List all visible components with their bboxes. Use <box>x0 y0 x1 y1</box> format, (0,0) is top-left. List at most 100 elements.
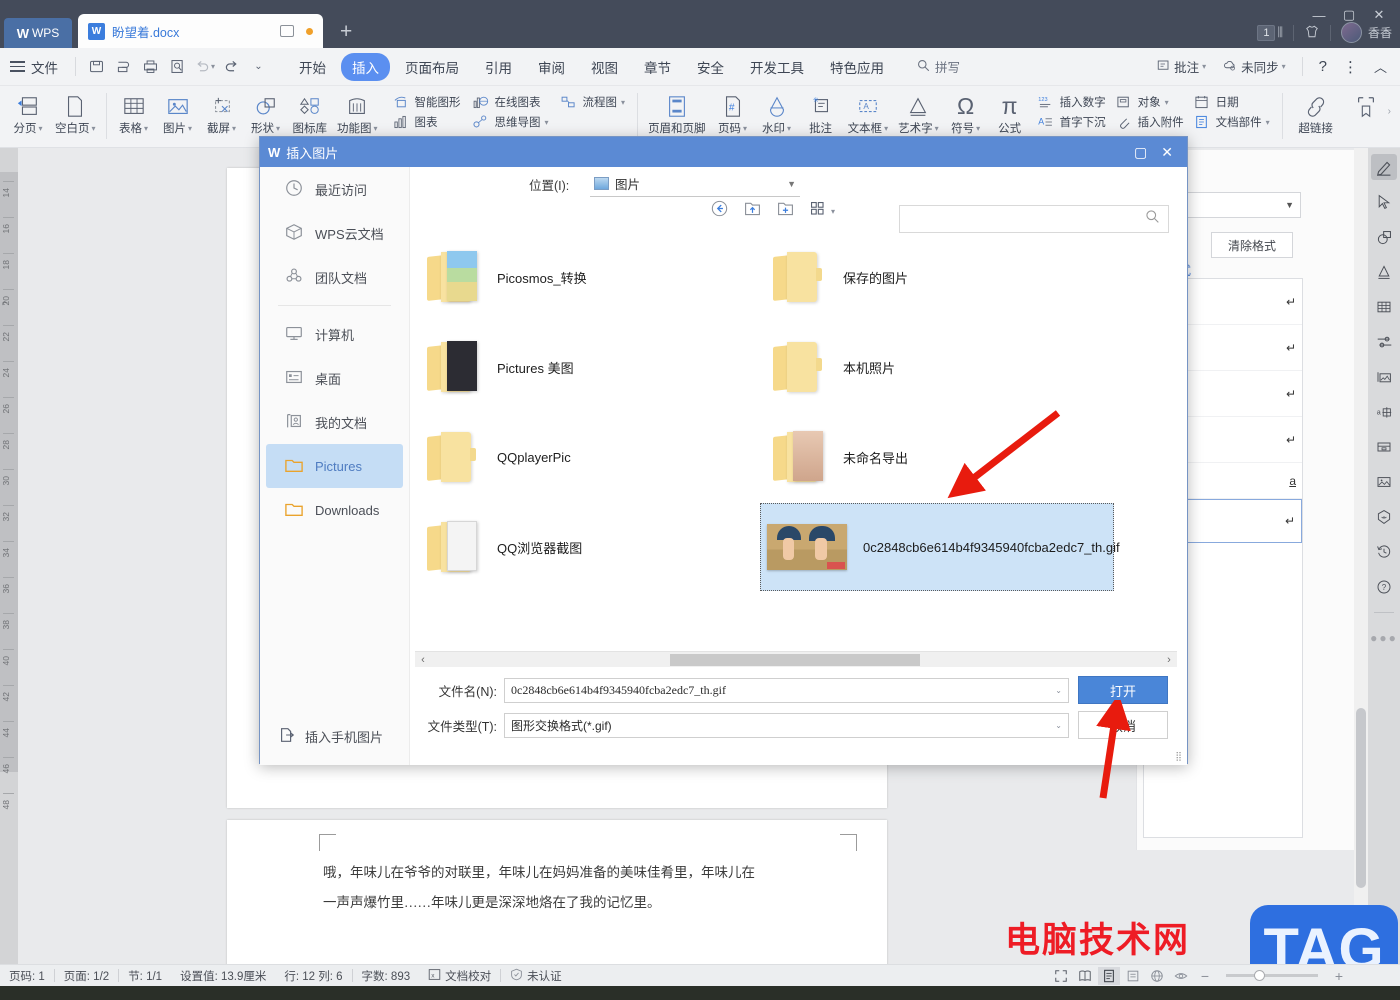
help-circle-icon[interactable]: ? <box>1371 574 1397 600</box>
tab-page-layout[interactable]: 页面布局 <box>394 53 470 81</box>
ribbon-button-page-number[interactable]: # 页码 ▾ <box>711 90 755 136</box>
reading-layout-icon[interactable] <box>1074 967 1096 985</box>
sidebar-item-downloads[interactable]: Downloads <box>266 488 403 532</box>
save-icon[interactable] <box>83 54 110 79</box>
file-item-folder[interactable]: 本机照片 <box>765 329 1115 405</box>
ribbon-button-page-break[interactable]: 分页 ▾ <box>6 90 50 136</box>
file-item-selected-gif[interactable]: 0c2848cb6e614b4f9345940fcba2edc7_th.gif <box>760 503 1120 591</box>
tab-references[interactable]: 引用 <box>474 53 523 81</box>
vertical-ruler[interactable]: ⌐ 14 16 18 20 22 24 26 28 30 32 34 36 38 40 42 44 46 48 <box>0 148 18 970</box>
ribbon-button-symbol[interactable]: Ω 符号 ▾ <box>944 90 988 136</box>
ribbon-button-object[interactable]: 对象 ▾ <box>1114 93 1184 111</box>
ribbon-button-watermark[interactable]: 水印 ▾ <box>755 90 799 136</box>
document-vscrollbar[interactable] <box>1354 148 1368 970</box>
tab-developer-tools[interactable]: 开发工具 <box>739 53 815 81</box>
dialog-maximize-button[interactable]: ▢ <box>1134 144 1147 161</box>
ribbon-overflow-icon[interactable]: › <box>1388 90 1391 117</box>
tab-sections[interactable]: 章节 <box>633 53 682 81</box>
ribbon-button-function-chart[interactable]: 功能图 ▾ <box>332 90 383 136</box>
sidebar-item-team-docs[interactable]: 团队文档 <box>266 255 403 299</box>
vscrollbar-thumb[interactable] <box>1356 708 1366 888</box>
picture-icon[interactable] <box>1371 469 1397 495</box>
chevron-down-icon[interactable]: ⌄ <box>1055 721 1062 730</box>
status-section[interactable]: 节: 1/1 <box>119 968 171 984</box>
ribbon-button-picture[interactable]: 图片 ▾ <box>156 90 200 136</box>
skin-shirt-icon[interactable] <box>1304 24 1320 42</box>
up-folder-icon[interactable] <box>743 199 762 223</box>
sidebar-item-recent[interactable]: 最近访问 <box>266 167 403 211</box>
eye-preview-icon[interactable] <box>1170 967 1192 985</box>
location-combo[interactable]: 图片 ▼ <box>590 171 800 197</box>
avatar[interactable] <box>1340 22 1362 43</box>
ribbon-button-bookmark[interactable] <box>1344 90 1388 120</box>
ribbon-button-shapes[interactable]: 形状 ▾ <box>244 90 288 136</box>
ribbon-button-comment[interactable]: ✳ 批注 <box>799 90 843 136</box>
tab-insert[interactable]: 插入 <box>341 52 390 81</box>
wordart-icon[interactable] <box>1371 259 1397 285</box>
ribbon-button-wordart[interactable]: 艺术字 ▾ <box>893 90 944 136</box>
ribbon-button-screenshot[interactable]: 截屏 ▾ <box>200 90 244 136</box>
pen-highlight-icon[interactable] <box>1371 154 1397 180</box>
file-item-folder[interactable]: QQ浏览器截图 <box>419 509 769 585</box>
tab-view[interactable]: 视图 <box>580 53 629 81</box>
page-count-badge[interactable]: 1 <box>1257 24 1276 41</box>
sidebar-item-my-documents[interactable]: 我的文档 <box>266 400 403 444</box>
ribbon-button-header-footer[interactable]: 页眉和页脚 <box>643 90 711 136</box>
scroll-left-icon[interactable]: ‹ <box>415 654 431 666</box>
status-word-count[interactable]: 字数: 893 <box>353 968 420 984</box>
new-tab-button[interactable]: + <box>340 20 352 44</box>
file-browser-list[interactable]: Picosmos_转换 Pictures 美图 QQplayerPic QQ浏览… <box>415 235 1177 645</box>
ribbon-button-drop-cap[interactable]: A 首字下沉 <box>1036 113 1105 131</box>
fullscreen-icon[interactable] <box>1050 967 1072 985</box>
menu-hamburger-icon[interactable] <box>10 60 25 73</box>
filename-input[interactable]: 0c2848cb6e614b4f9345940fcba2edc7_th.gif … <box>504 678 1069 703</box>
document-tab[interactable]: W 盼望着.docx <box>78 14 323 48</box>
zoom-in-icon[interactable]: + <box>1328 967 1350 985</box>
quick-access-more-icon[interactable]: ⌄ <box>245 54 272 79</box>
ribbon-button-date[interactable]: 日期 <box>1192 93 1270 111</box>
hscrollbar-thumb[interactable] <box>670 654 920 666</box>
present-monitor-icon[interactable] <box>280 25 294 37</box>
ribbon-button-smartart[interactable]: 智能图形 <box>391 93 461 111</box>
sidebar-item-desktop[interactable]: 桌面 <box>266 356 403 400</box>
file-item-folder[interactable]: 未命名导出 <box>765 419 1115 495</box>
status-page-number[interactable]: 页码: 1 <box>0 968 54 984</box>
ribbon-button-flowchart[interactable]: 流程图 ▾ <box>559 93 625 111</box>
more-dots-icon[interactable]: ●●● <box>1370 625 1397 651</box>
user-name-label[interactable]: 香香 <box>1368 24 1392 41</box>
print-icon[interactable] <box>137 54 164 79</box>
scroll-right-icon[interactable]: › <box>1161 654 1177 666</box>
tab-start[interactable]: 开始 <box>288 53 337 81</box>
dialog-close-button[interactable]: ✕ <box>1161 144 1173 161</box>
dialog-search-input[interactable] <box>899 205 1169 233</box>
clear-format-button[interactable]: 清除格式 <box>1211 232 1293 258</box>
view-mode-caret-icon[interactable]: ▾ <box>831 207 835 216</box>
sidebar-item-wps-cloud[interactable]: WPS云文档 <box>266 211 403 255</box>
help-button[interactable]: ? <box>1312 55 1334 78</box>
cursor-arrow-icon[interactable] <box>1371 189 1397 215</box>
zoom-out-icon[interactable]: − <box>1194 967 1216 985</box>
ribbon-button-attachment[interactable]: 插入附件 <box>1114 113 1184 131</box>
sync-status-button[interactable]: 未同步 ▾ <box>1215 54 1293 79</box>
file-menu-button[interactable]: 文件 <box>31 57 58 77</box>
image-gallery-icon[interactable] <box>1371 364 1397 390</box>
print-preview-icon[interactable] <box>164 54 191 79</box>
status-setting-value[interactable]: 设置值: 13.9厘米 <box>171 968 275 984</box>
status-unverified[interactable]: 未认证 <box>501 968 571 984</box>
filetype-select[interactable]: 图形交换格式(*.gif) ⌄ <box>504 713 1069 738</box>
shield-badge-icon[interactable] <box>1371 504 1397 530</box>
save-as-cloud-icon[interactable] <box>110 54 137 79</box>
ribbon-button-mindmap[interactable]: 思维导图 ▾ <box>471 113 549 131</box>
file-list-hscrollbar[interactable]: ‹ › <box>415 651 1177 667</box>
resize-grip-icon[interactable]: ⣿ <box>1175 751 1183 762</box>
wps-home-tab[interactable]: W WPS <box>4 18 72 48</box>
file-item-folder[interactable]: Pictures 美图 <box>419 329 769 405</box>
comment-button[interactable]: 批注 ▾ <box>1149 54 1213 79</box>
file-item-folder[interactable]: QQplayerPic <box>419 419 769 495</box>
status-page-count[interactable]: 页面: 1/2 <box>55 968 118 984</box>
insert-phone-picture-button[interactable]: 插入手机图片 <box>278 726 383 747</box>
collapse-ribbon-button[interactable]: ︿ <box>1367 54 1394 79</box>
view-mode-icon[interactable] <box>809 200 826 222</box>
zoom-percent-label[interactable] <box>1352 967 1394 985</box>
ribbon-button-insert-number[interactable]: 123 插入数字 <box>1036 93 1105 111</box>
